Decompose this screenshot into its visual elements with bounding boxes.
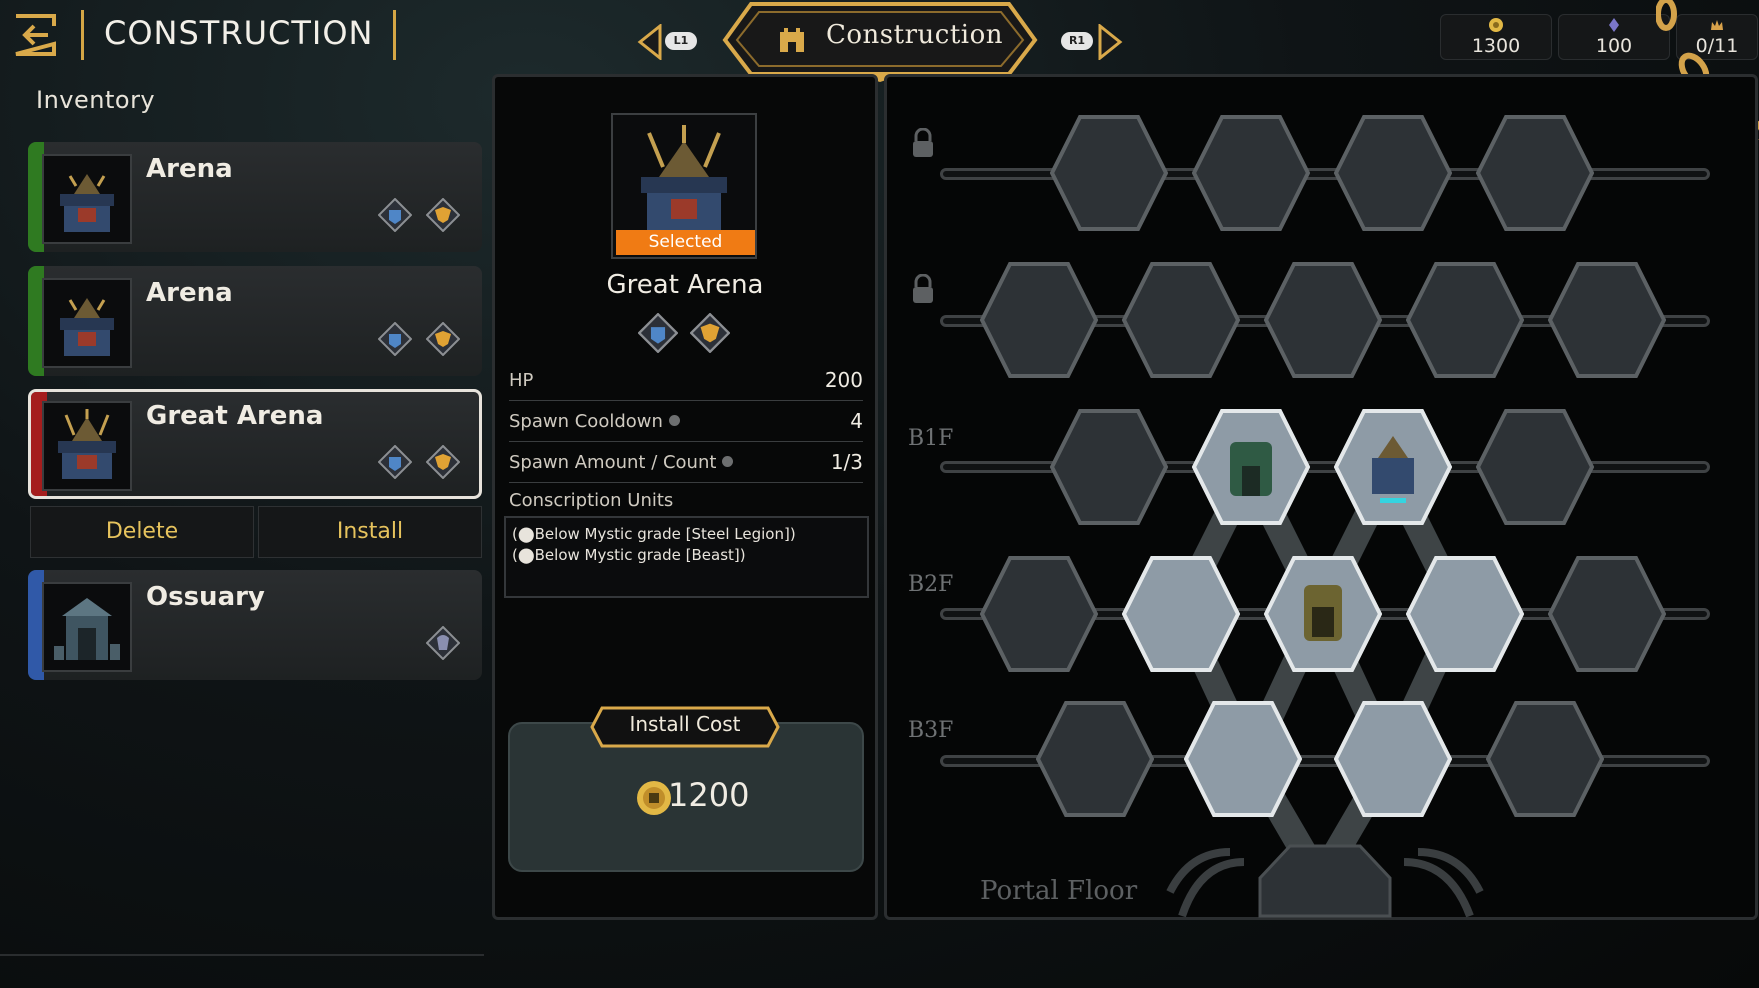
grid-cell-ossuary-room[interactable] <box>1192 408 1310 526</box>
beast-icon <box>426 322 460 356</box>
crystal-icon <box>1609 18 1619 32</box>
gold-counter: 1300 <box>1440 14 1552 60</box>
l1-button-hint: L1 <box>665 32 697 50</box>
lock-icon <box>913 128 933 157</box>
card-name: Arena <box>146 278 233 308</box>
grid-cell-locked[interactable] <box>1050 114 1168 232</box>
grid-cell-locked[interactable] <box>1264 261 1382 379</box>
grid-cell-locked[interactable] <box>1122 261 1240 379</box>
tab-label: Construction <box>826 20 1003 50</box>
gold-value: 1300 <box>1471 35 1521 57</box>
steel-legion-icon <box>378 445 412 479</box>
selected-building-name: Great Arena <box>606 270 764 300</box>
prev-tab-arrow-icon[interactable] <box>636 24 664 60</box>
grid-cell-empty[interactable] <box>1486 700 1604 818</box>
grid-cell-open[interactable] <box>1406 555 1524 673</box>
conscription-box: (⬤Below Mystic grade [Steel Legion]) (⬤B… <box>504 516 869 598</box>
steel-legion-icon <box>378 198 412 232</box>
r1-button-hint: R1 <box>1061 32 1093 50</box>
stat-value: 200 <box>824 368 863 392</box>
info-icon[interactable] <box>722 456 734 467</box>
stat-value: 1/3 <box>830 450 863 474</box>
stat-hp: HP 200 <box>509 362 863 401</box>
stat-label: Spawn Amount / Count <box>509 452 717 473</box>
selected-badge: Selected <box>616 230 755 255</box>
grid-cell-open[interactable] <box>1334 700 1452 818</box>
grid-cell-open[interactable] <box>1122 555 1240 673</box>
inventory-card-great-arena[interactable]: Great Arena <box>28 389 482 499</box>
beast-icon <box>426 198 460 232</box>
grid-cell-empty[interactable] <box>1050 408 1168 526</box>
grid-cell-empty[interactable] <box>1476 408 1594 526</box>
grid-cell-empty[interactable] <box>1548 555 1666 673</box>
card-name: Arena <box>146 154 233 184</box>
install-button[interactable]: Install <box>258 506 482 558</box>
crystal-counter: 100 <box>1558 14 1670 60</box>
arena-thumbnail <box>42 154 132 244</box>
grid-cell-locked[interactable] <box>1334 114 1452 232</box>
header-divider <box>81 10 84 60</box>
stat-spawn-cooldown: Spawn Cooldown 4 <box>509 403 863 442</box>
grid-cell-empty[interactable] <box>980 555 1098 673</box>
arena-thumbnail <box>42 278 132 368</box>
exit-arrow-icon[interactable] <box>12 12 58 58</box>
steel-legion-icon <box>378 322 412 356</box>
portal-floor-label: Portal Floor <box>980 876 1138 906</box>
grid-cell-locked[interactable] <box>1192 114 1310 232</box>
stat-label: Spawn Cooldown <box>509 411 663 432</box>
grid-cell-shrine-room[interactable] <box>1264 555 1382 673</box>
info-icon[interactable] <box>668 415 680 426</box>
page-title: CONSTRUCTION <box>104 14 374 52</box>
inventory-card-ossuary[interactable]: Ossuary <box>28 570 482 680</box>
header-divider <box>393 10 396 60</box>
next-tab-arrow-icon[interactable] <box>1096 24 1124 60</box>
inventory-label: Inventory <box>36 86 156 114</box>
grid-cell-locked[interactable] <box>1476 114 1594 232</box>
grid-cell-locked[interactable] <box>1406 261 1524 379</box>
stat-label: HP <box>509 370 534 391</box>
beast-icon <box>690 313 730 353</box>
grid-cell-arena-room[interactable] <box>1334 408 1452 526</box>
card-name: Great Arena <box>146 401 324 431</box>
stat-spawn-amount: Spawn Amount / Count 1/3 <box>509 444 863 483</box>
grid-cell-locked[interactable] <box>980 261 1098 379</box>
stat-value: 4 <box>850 409 863 433</box>
inventory-card-arena[interactable]: Arena <box>28 266 482 376</box>
conscription-line: (⬤Below Mystic grade [Beast]) <box>512 546 746 564</box>
card-name: Ossuary <box>146 582 265 612</box>
grid-cell-open[interactable] <box>1184 700 1302 818</box>
steel-legion-icon <box>638 313 678 353</box>
great-arena-thumbnail <box>42 401 132 491</box>
floor-label-b2f: B2F <box>908 572 954 597</box>
install-cost-label: Install Cost <box>629 712 741 736</box>
conscription-label: Conscription Units <box>509 490 674 511</box>
grid-cell-locked[interactable] <box>1548 261 1666 379</box>
portal-gate[interactable] <box>1160 842 1520 918</box>
gold-coin-icon <box>637 781 671 815</box>
floor-label-b1f: B1F <box>908 426 954 451</box>
undead-icon <box>426 626 460 660</box>
install-cost-value: 1200 <box>668 776 750 814</box>
path-connectors <box>1168 464 1460 887</box>
gold-coin-icon <box>1489 18 1503 32</box>
ossuary-thumbnail <box>42 582 132 672</box>
floor-label-b3f: B3F <box>908 718 954 743</box>
grid-cell-empty[interactable] <box>1036 700 1154 818</box>
inventory-card-arena[interactable]: Arena <box>28 142 482 252</box>
conscription-line: (⬤Below Mystic grade [Steel Legion]) <box>512 525 796 543</box>
delete-button[interactable]: Delete <box>30 506 254 558</box>
footer-divider <box>0 954 484 956</box>
crystal-value: 100 <box>1595 35 1633 57</box>
beast-icon <box>426 445 460 479</box>
lock-icon <box>913 274 933 303</box>
castle-icon <box>780 28 804 52</box>
